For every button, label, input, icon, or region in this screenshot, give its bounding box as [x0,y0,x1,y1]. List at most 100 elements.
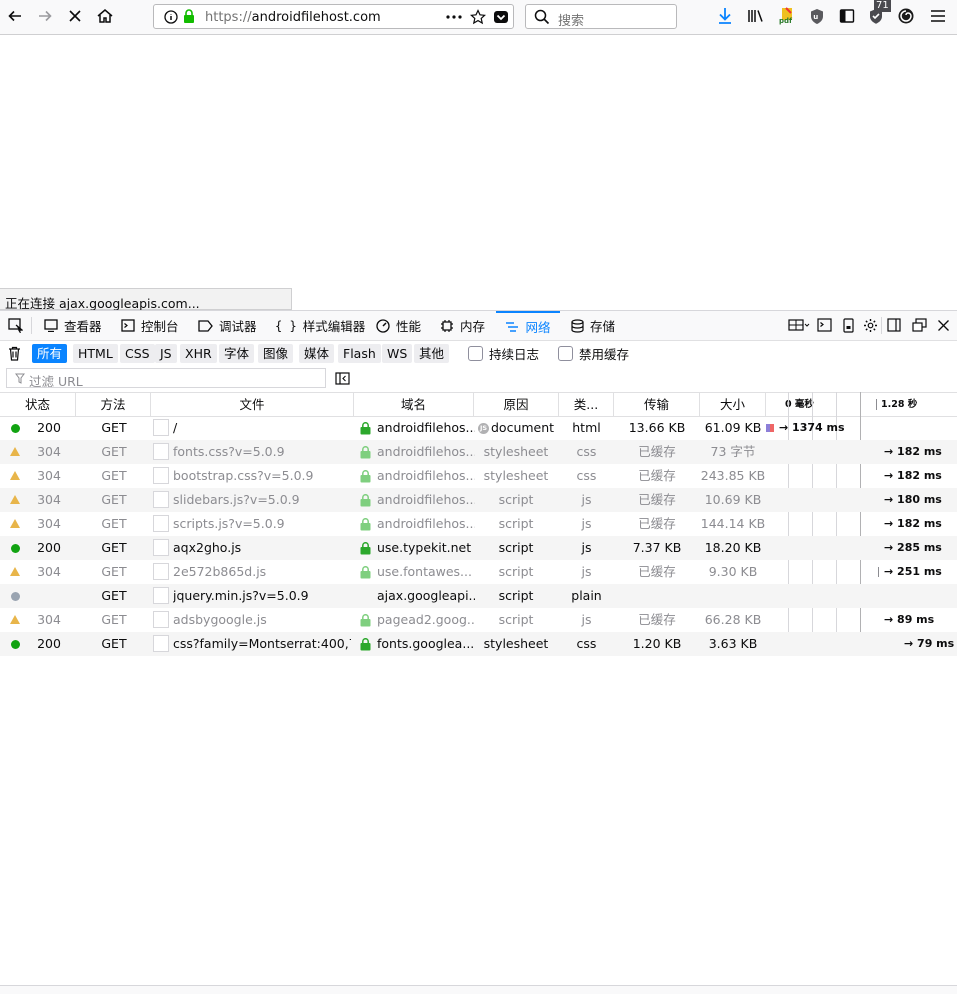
windows-icon [911,318,927,332]
size: 66.28 KB [704,612,762,627]
filter-flash[interactable]: Flash [338,344,381,363]
column-method[interactable]: 方法 [76,393,151,416]
domain: androidfilehos... [377,492,475,507]
downloads-button[interactable] [712,3,738,29]
debugger-icon [198,319,213,332]
back-button[interactable] [2,3,28,29]
filter-css[interactable]: CSS [120,344,155,363]
tab-memory[interactable]: 内存 [440,311,485,340]
method: GET [101,588,127,603]
tab-style-editor[interactable]: { } 样式编辑器 [275,311,365,340]
circle-extension-button[interactable] [893,3,919,29]
filter-all[interactable]: 所有 [32,344,68,363]
sidebar-icon [839,9,855,23]
js-cause-icon: JS [478,423,489,434]
separate-window-button[interactable] [911,317,927,333]
console-icon [816,318,832,332]
frames-icon [788,319,810,331]
ublock-button[interactable]: u [804,3,830,29]
persist-logs-checkbox[interactable]: 持续日志 [468,344,539,363]
status-code: 304 [37,564,61,579]
column-transferred[interactable]: 传输 [614,393,700,416]
tab-debugger[interactable]: 调试器 [198,311,257,340]
pdf-extension-button[interactable]: pdf [774,3,800,29]
lock-icon [360,542,371,555]
size: 243.85 KB [700,468,766,483]
checkbox-box[interactable] [468,346,483,361]
tab-label: 样式编辑器 [302,319,366,334]
tab-performance[interactable]: 性能 [376,311,421,340]
column-cause[interactable]: 原因 [474,393,559,416]
search-bar[interactable]: 搜索 [525,4,677,29]
tab-storage[interactable]: 存储 [571,311,615,340]
device-button[interactable] [840,317,856,333]
filter-images[interactable]: 图像 [258,344,294,363]
checkbox-box[interactable] [558,346,573,361]
dock-side-button[interactable] [886,317,902,333]
responsive-design-button[interactable] [787,317,811,333]
more-dots-icon[interactable] [446,15,462,19]
disable-cache-checkbox[interactable]: 禁用缓存 [558,344,629,363]
table-row[interactable]: 304 GET fonts.css?v=5.0.9 androidfilehos...… [0,440,957,464]
sidebar-button[interactable] [834,3,860,29]
phone-icon [842,317,854,333]
filter-media[interactable]: 媒体 [299,344,335,363]
library-button[interactable] [743,3,769,29]
table-row[interactable]: 200 GET css?family=Montserrat:400,7... font… [0,632,957,656]
size: 10.69 KB [704,492,762,507]
url-host: androidfilehost.com [251,10,381,25]
pick-element-button[interactable] [8,311,23,340]
column-status[interactable]: 状态 [0,393,76,416]
filter-ws[interactable]: WS [382,344,413,363]
domain: pagead2.goog... [377,612,475,627]
cause: script [498,564,534,579]
menu-button[interactable] [925,3,951,29]
lock-icon[interactable] [183,9,195,24]
column-size[interactable]: 大小 [700,393,766,416]
filter-other[interactable]: 其他 [414,344,450,363]
url-bar[interactable]: https://androidfilehost.com [153,4,514,29]
filter-fonts[interactable]: 字体 [219,344,255,363]
stop-button[interactable] [62,3,88,29]
column-domain[interactable]: 域名 [354,393,474,416]
star-icon[interactable] [470,9,486,25]
filter-xhr[interactable]: XHR [180,344,217,363]
column-type[interactable]: 类... [559,393,614,416]
clear-button[interactable] [8,346,21,361]
url-filter-input[interactable]: 过滤 URL [6,368,326,389]
info-icon[interactable] [164,10,178,24]
home-button[interactable] [92,3,118,29]
filter-js[interactable]: JS [155,344,177,363]
file-thumbnail [153,587,169,604]
tab-console[interactable]: 控制台 [121,311,179,340]
column-file[interactable]: 文件 [151,393,354,416]
column-waterfall[interactable]: 0 毫秒 1.28 秒 [766,393,957,416]
status-code [26,584,72,608]
tab-network[interactable]: 网络 [496,311,560,340]
status-cached-icon [10,495,20,504]
extension-badge-button[interactable]: 71 [863,0,891,29]
tab-inspector[interactable]: 查看器 [44,311,102,340]
settings-button[interactable] [862,317,878,333]
filter-html[interactable]: HTML [73,344,118,363]
forward-button[interactable] [32,3,58,29]
table-row[interactable]: 200 GET / androidfilehos... JS document html 13… [0,416,957,440]
table-row[interactable]: 304 GET slidebars.js?v=5.0.9 androidfilehos… [0,488,957,512]
cause: document [491,420,555,435]
cause: script [498,516,534,531]
transferred: 已缓存 [638,492,676,507]
file-thumbnail [153,491,169,508]
table-row[interactable]: 304 GET bootstrap.css?v=5.0.9 androidfileho… [0,464,957,488]
split-console-button[interactable] [816,317,832,333]
table-row[interactable]: 304 GET adsbygoogle.js pagead2.goog... scrip… [0,608,957,632]
url-text[interactable]: https://androidfilehost.com [205,10,381,25]
table-row[interactable]: 200 GET aqx2gho.js use.typekit.net script js 7… [0,536,957,560]
table-row[interactable]: 304 GET scripts.js?v=5.0.9 androidfilehos..… [0,512,957,536]
table-row[interactable]: GET jquery.min.js?v=5.0.9 ajax.googleapi..… [0,584,957,608]
status-code: 304 [37,444,61,459]
toggle-details-button[interactable] [335,372,350,385]
table-row[interactable]: 304 GET 2e572b865d.js use.fontawes... script… [0,560,957,584]
pocket-icon[interactable] [493,9,509,25]
method: GET [101,540,127,555]
close-devtools-button[interactable] [935,317,951,333]
